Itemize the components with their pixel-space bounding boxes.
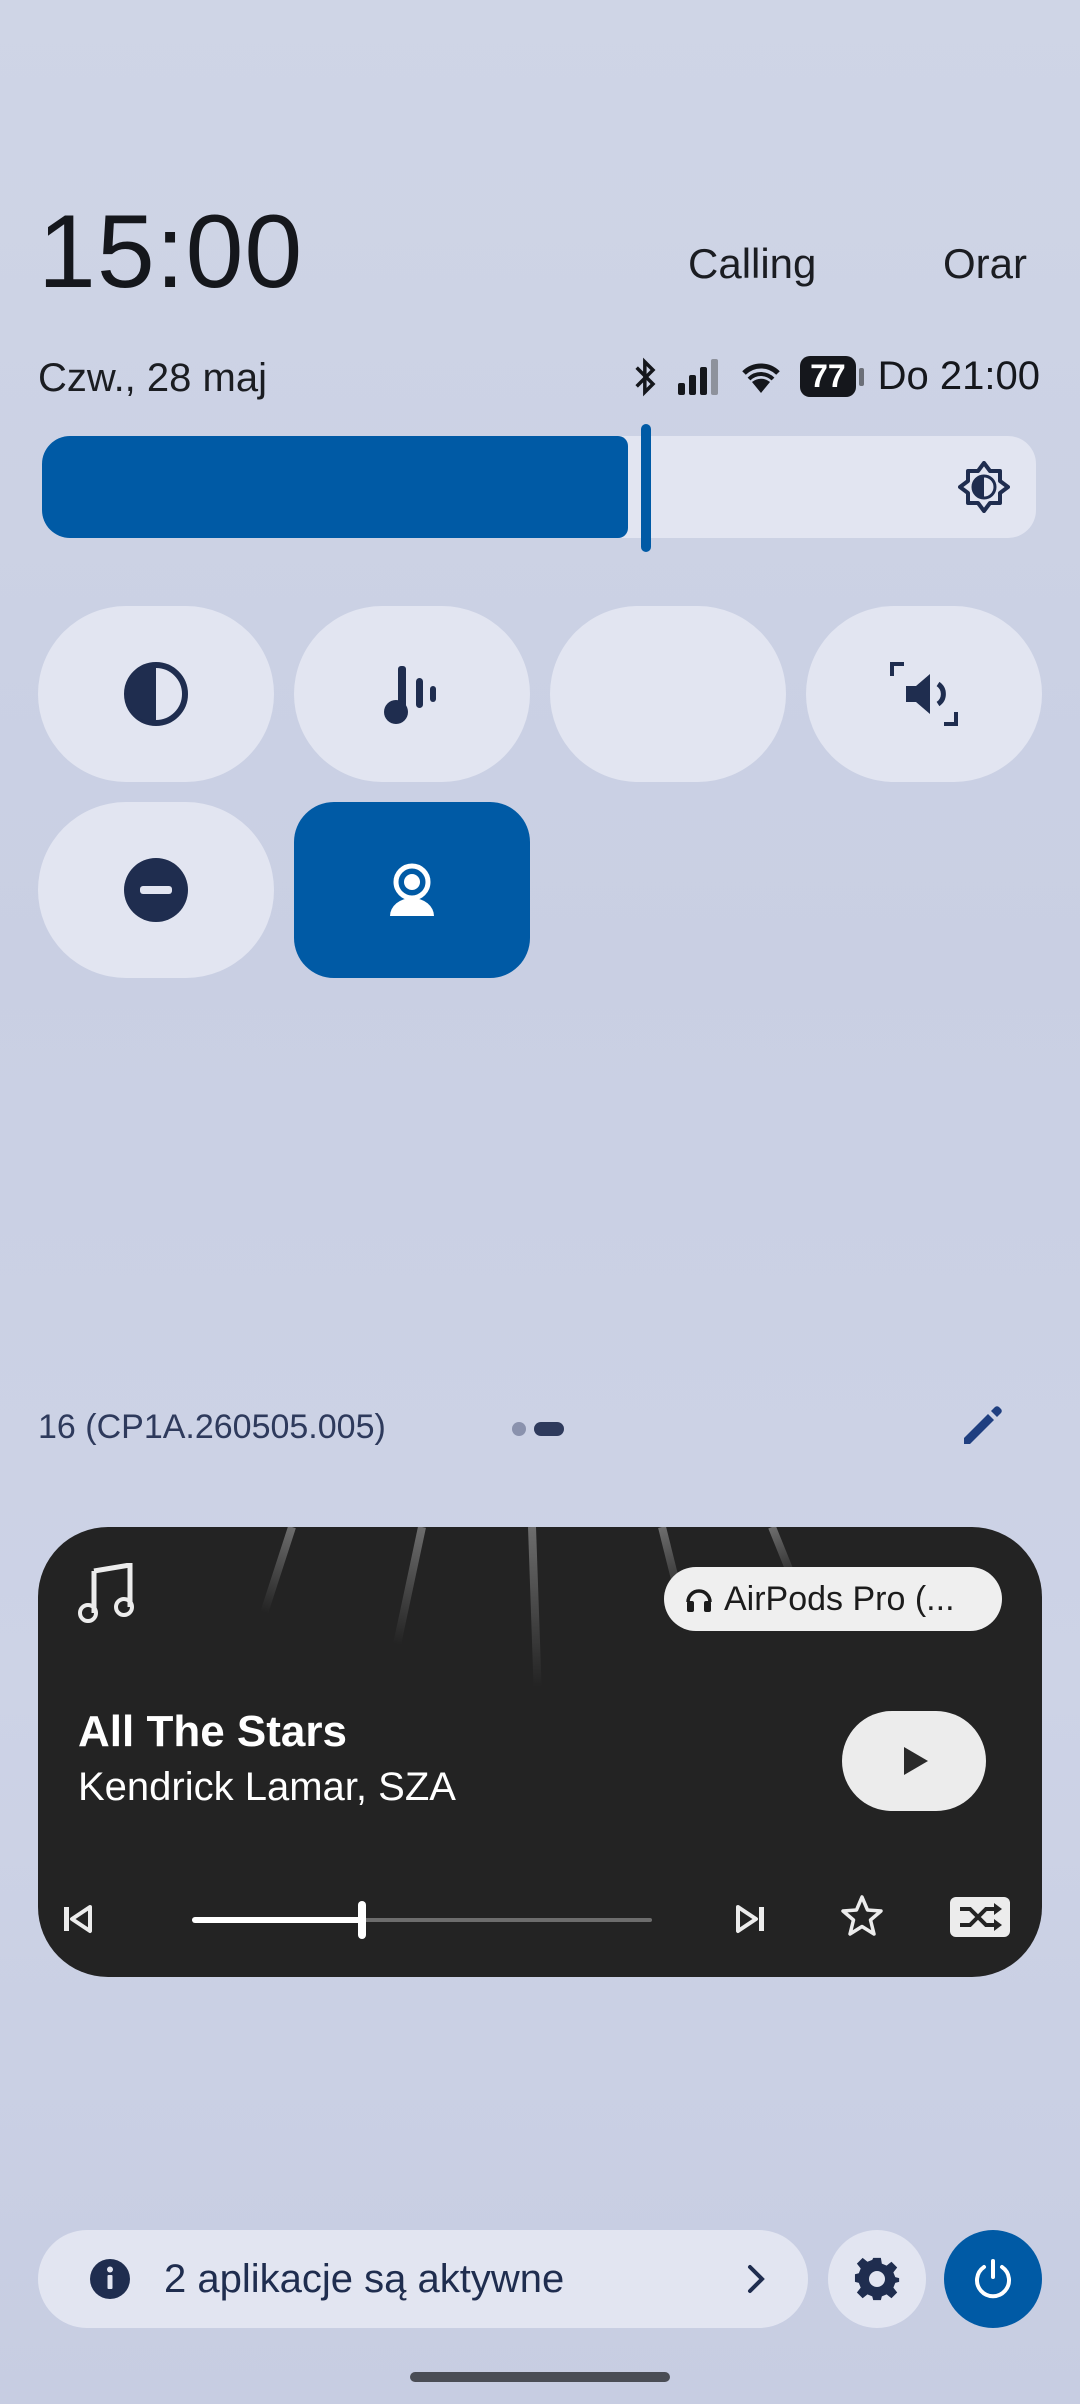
battery-badge: 77 — [800, 356, 864, 397]
moon-icon — [648, 664, 678, 724]
user-icon — [390, 863, 434, 916]
tile-contrast[interactable] — [38, 606, 274, 782]
edit-icon[interactable] — [958, 1402, 1006, 1450]
bluetooth-icon — [635, 357, 656, 396]
artwork-streak — [393, 1527, 426, 1646]
clock[interactable]: 15:00 — [38, 200, 303, 304]
tile-user[interactable] — [294, 802, 530, 978]
star-icon[interactable] — [838, 1893, 886, 1941]
play-button[interactable] — [842, 1711, 986, 1811]
seek-progress — [192, 1917, 362, 1923]
date[interactable]: Czw., 28 maj — [38, 356, 267, 401]
page-dot-active — [534, 1422, 564, 1436]
pill-orar[interactable]: Orar — [943, 240, 1027, 288]
song-title: All The Stars — [78, 1707, 347, 1756]
do-not-disturb-icon — [124, 858, 188, 922]
music-note-icon — [78, 1563, 134, 1623]
artwork-streak — [528, 1527, 542, 1688]
page-dot — [512, 1422, 526, 1436]
info-icon — [90, 2259, 130, 2299]
headphones-icon — [686, 1589, 712, 1612]
media-player[interactable]: AirPods Pro (... All The Stars Kendrick … — [38, 1527, 1042, 1977]
status-icons: 77 Do 21:00 — [632, 354, 1040, 399]
tile-dark-mode[interactable] — [550, 606, 786, 782]
output-device-chip[interactable]: AirPods Pro (... — [664, 1567, 1002, 1631]
page-indicator[interactable] — [512, 1422, 564, 1436]
power-icon — [975, 2259, 1011, 2299]
music-sound-icon — [384, 666, 436, 724]
battery-time: Do 21:00 — [877, 354, 1040, 398]
shuffle-icon[interactable] — [950, 1893, 1010, 1941]
tile-volume[interactable] — [806, 606, 1042, 782]
brightness-icon — [958, 461, 1010, 513]
brightness-fill — [42, 436, 628, 538]
gear-icon — [854, 2257, 900, 2301]
tile-sound[interactable] — [294, 606, 530, 782]
brightness-handle[interactable] — [641, 424, 651, 552]
seek-thumb[interactable] — [358, 1901, 366, 1939]
active-apps-label: 2 aplikacje są aktywne — [164, 2256, 565, 2301]
skip-next-icon[interactable] — [726, 1895, 774, 1943]
settings-button[interactable] — [828, 2230, 926, 2328]
wifi-icon — [742, 362, 780, 393]
volume-icon — [890, 662, 958, 726]
artwork-streak — [260, 1527, 296, 1614]
signal-icon — [678, 358, 719, 395]
output-device-label: AirPods Pro (... — [724, 1579, 955, 1618]
pill-calling[interactable]: Calling — [688, 240, 816, 288]
song-artist: Kendrick Lamar, SZA — [78, 1765, 456, 1809]
play-icon — [904, 1747, 928, 1775]
skip-previous-icon[interactable] — [54, 1895, 102, 1943]
contrast-icon — [124, 662, 188, 726]
active-apps-button[interactable]: 2 aplikacje są aktywne — [38, 2230, 808, 2328]
build-number[interactable]: 16 (CP1A.260505.005) — [38, 1408, 386, 1447]
home-indicator[interactable] — [410, 2372, 670, 2382]
chevron-right-icon — [748, 2265, 765, 2293]
tile-do-not-disturb[interactable] — [38, 802, 274, 978]
power-button[interactable] — [944, 2230, 1042, 2328]
